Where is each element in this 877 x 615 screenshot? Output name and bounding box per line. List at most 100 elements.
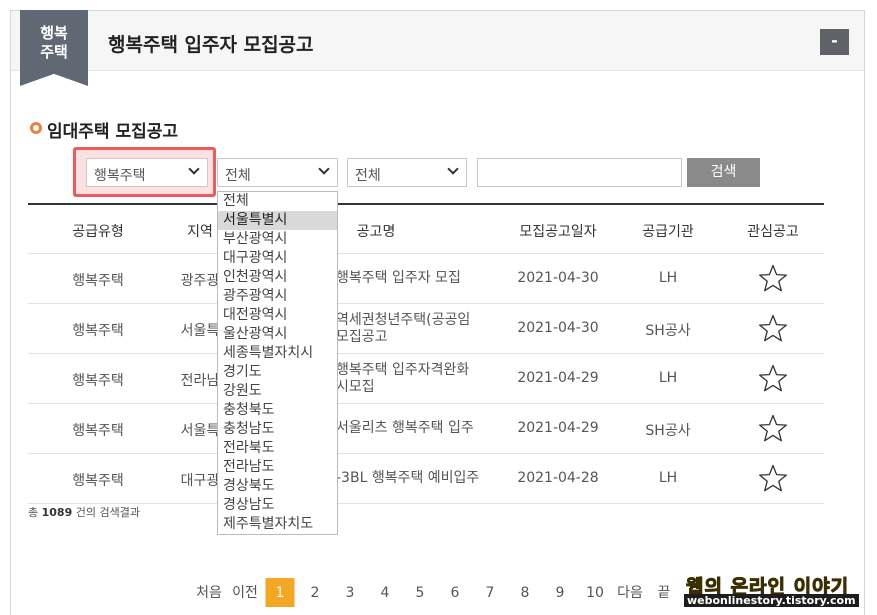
panel-header: 행복주택 입주자 모집공고 -: [11, 11, 864, 71]
star-icon[interactable]: [758, 414, 788, 442]
chevron-down-icon: [448, 165, 458, 175]
column-header: 공급유형: [72, 224, 124, 240]
table-top-border: [28, 203, 824, 205]
row-divider: [28, 353, 824, 354]
dropdown-option[interactable]: 경기도: [218, 363, 337, 382]
supply-type-cell: 행복주택: [72, 273, 124, 289]
page-link-4[interactable]: 4: [381, 578, 390, 608]
region-dropdown-list[interactable]: 전체 서울특별시 부산광역시 대구광역시 인천광역시 광주광역시 대전광역시 울산광역시 세종특…: [217, 191, 338, 535]
dropdown-option[interactable]: 대전광역시: [218, 306, 337, 325]
page-link-5[interactable]: 5: [416, 578, 425, 608]
star-icon[interactable]: [758, 364, 788, 392]
notice-title-link[interactable]: 행복주택 입주자 모집: [336, 270, 511, 287]
dropdown-option[interactable]: 전라남도: [218, 458, 337, 477]
region-select-value: 전체: [225, 168, 251, 184]
result-count: 총 1089 건의 검색결과: [28, 504, 140, 520]
dropdown-option[interactable]: 경상남도: [218, 496, 337, 515]
search-input[interactable]: [477, 158, 682, 187]
notice-date-cell: 2021-04-29: [517, 370, 599, 386]
dropdown-option[interactable]: 충청북도: [218, 401, 337, 420]
sub-select-value: 전체: [355, 168, 381, 184]
agency-cell: SH공사: [645, 423, 691, 439]
supply-type-cell: 행복주택: [72, 473, 124, 489]
column-header: 모집공고일자: [519, 224, 597, 240]
collapse-button[interactable]: -: [820, 29, 849, 55]
page-link-10[interactable]: 10: [586, 578, 604, 608]
row-divider: [28, 403, 824, 404]
dropdown-option[interactable]: 대구광역시: [218, 249, 337, 268]
result-suffix: 건의 검색결과: [75, 506, 140, 519]
region-select[interactable]: 전체: [217, 158, 338, 187]
dropdown-option[interactable]: 강원도: [218, 382, 337, 401]
page-link-6[interactable]: 6: [451, 578, 460, 608]
dropdown-option[interactable]: 세종특별자치시: [218, 344, 337, 363]
dropdown-option[interactable]: 인천광역시: [218, 268, 337, 287]
notice-title-link[interactable]: -3BL 행복주택 예비입주: [336, 470, 511, 487]
badge-line1: 행복: [40, 24, 68, 42]
watermark-logo: 웹의 온라인 이야기 webonlinestory.tistory.com: [680, 572, 872, 610]
supply-type-cell: 행복주택: [72, 323, 124, 339]
agency-cell: LH: [658, 370, 678, 386]
dropdown-option[interactable]: 전라북도: [218, 439, 337, 458]
badge-line2: 주택: [40, 43, 68, 61]
agency-cell: LH: [658, 270, 678, 286]
supply-type-cell: 행복주택: [72, 423, 124, 439]
row-divider: [28, 503, 824, 504]
dropdown-option[interactable]: 전체: [218, 192, 337, 211]
dropdown-option[interactable]: 제주특별자치도: [218, 515, 337, 534]
dropdown-option[interactable]: 부산광역시: [218, 230, 337, 249]
column-header: 관심공고: [747, 224, 799, 240]
row-divider: [28, 253, 824, 254]
type-select[interactable]: 행복주택: [86, 158, 208, 187]
next-page-link[interactable]: 다음: [617, 578, 643, 608]
section-title: 임대주택 모집공고: [47, 122, 179, 142]
notice-date-cell: 2021-04-30: [517, 320, 599, 336]
category-badge: 행복 주택: [20, 10, 88, 86]
first-page-link[interactable]: 처음: [196, 578, 222, 608]
star-icon[interactable]: [758, 314, 788, 342]
column-header: 공급기관: [642, 224, 694, 240]
row-divider: [28, 303, 824, 304]
star-icon[interactable]: [758, 464, 788, 492]
supply-type-cell: 행복주택: [72, 373, 124, 389]
search-button[interactable]: 검색: [687, 158, 760, 187]
chevron-down-icon: [189, 165, 199, 175]
notice-title-link[interactable]: 역세권청년주택(공공임 모집공고: [336, 312, 511, 346]
page-link-9[interactable]: 9: [556, 578, 565, 608]
dropdown-option[interactable]: 광주광역시: [218, 287, 337, 306]
page-title: 행복주택 입주자 모집공고: [108, 34, 314, 56]
result-prefix: 총: [28, 506, 39, 519]
dropdown-option[interactable]: 경상북도: [218, 477, 337, 496]
notice-date-cell: 2021-04-28: [517, 470, 599, 486]
page-link-8[interactable]: 8: [521, 578, 530, 608]
page-link-1[interactable]: 1: [265, 578, 295, 607]
chevron-down-icon: [319, 165, 329, 175]
column-header: 지역: [187, 224, 213, 240]
agency-cell: LH: [658, 470, 678, 486]
dropdown-option[interactable]: 충청남도: [218, 420, 337, 439]
region-cell: 서울특: [180, 423, 220, 439]
page-link-3[interactable]: 3: [346, 578, 355, 608]
prev-page-link[interactable]: 이전: [232, 578, 258, 608]
last-page-link[interactable]: 끝: [658, 578, 671, 608]
star-icon[interactable]: [758, 264, 788, 292]
notice-title-link[interactable]: 행복주택 입주자격완화 시모집: [336, 362, 511, 396]
watermark-url: webonlinestory.tistory.com: [684, 594, 859, 607]
notice-date-cell: 2021-04-30: [517, 270, 599, 286]
dropdown-option[interactable]: 서울특별시: [218, 211, 337, 230]
page-link-2[interactable]: 2: [311, 578, 320, 608]
region-cell: 대구광: [180, 473, 220, 489]
region-cell: 서울특: [180, 323, 220, 339]
column-header: 공고명: [356, 224, 396, 240]
dropdown-option[interactable]: 울산광역시: [218, 325, 337, 344]
result-number: 1089: [41, 506, 73, 519]
region-cell: 전라남: [180, 373, 220, 389]
notice-title-link[interactable]: 서울리츠 행복주택 입주: [336, 420, 511, 437]
page-link-7[interactable]: 7: [486, 578, 495, 608]
type-select-value: 행복주택: [94, 168, 146, 184]
row-divider: [28, 453, 824, 454]
agency-cell: SH공사: [645, 323, 691, 339]
region-cell: 광주광: [180, 273, 220, 289]
notice-date-cell: 2021-04-29: [517, 420, 599, 436]
sub-select[interactable]: 전체: [347, 158, 467, 187]
